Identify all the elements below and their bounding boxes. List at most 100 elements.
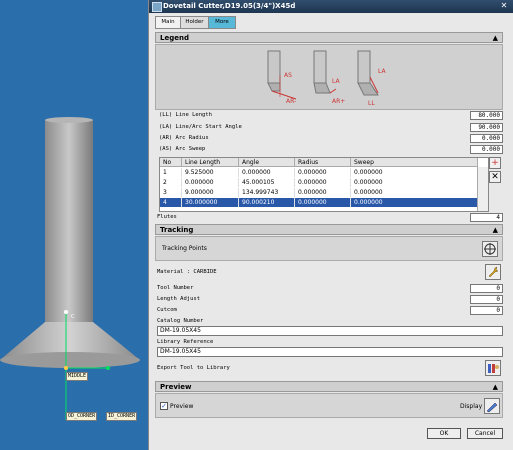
cell-sweep: 0.000000 [351,188,478,197]
tracking-section-header[interactable]: Tracking ▲ [155,224,503,235]
cell-sweep: 0.000000 [351,178,478,187]
legend-header-label: Legend [160,34,189,42]
display-label: Display [460,403,483,410]
collapse-caret-icon[interactable]: ▲ [493,225,498,236]
tracking-panel: Tracking Points [155,236,503,261]
cell-sweep: 0.000000 [351,168,478,177]
tool-number-label: Tool Number [157,285,194,291]
flutes-label: Flutes [157,214,177,220]
library-reference-label: Library Reference [157,339,214,345]
segment-table[interactable]: No Line Length Angle Radius Sweep 1 9.52… [159,157,489,212]
cell-line-length: 30.000000 [182,198,239,207]
delete-segment-icon[interactable]: ✕ [489,171,501,183]
col-header-line-length[interactable]: Line Length [182,158,239,167]
arc-radius-label: (AR) Arc Radius [159,135,209,141]
tracking-points-label: Tracking Points [162,245,207,252]
cell-radius: 0.000000 [295,178,351,187]
legend-ll-label: LL [368,100,375,107]
display-button[interactable] [484,398,500,414]
tool-preview-graphic: C [0,117,140,420]
collapse-caret-icon[interactable]: ▲ [493,382,498,393]
od-corner-label: OD_CORNER [66,412,98,421]
line-length-input[interactable]: 80.000 [470,111,503,120]
export-tool-button[interactable] [485,360,501,376]
ok-button[interactable]: OK [427,428,461,439]
cell-radius: 0.000000 [295,168,351,177]
close-icon[interactable]: ✕ [499,1,509,11]
dialog-titlebar[interactable]: Dovetail Cutter,D19.05(3/4")X45d ✕ [149,0,513,13]
crosshair-icon [484,243,496,255]
middle-point-label: MIDDLE [66,372,89,381]
dovetail-cutter-dialog: Dovetail Cutter,D19.05(3/4")X45d ✕ Main … [148,0,513,450]
catalog-number-input[interactable]: DM-19.05X45 [157,326,503,336]
cutcom-label: Cutcom [157,307,177,313]
start-angle-input[interactable]: 90.000 [470,123,503,132]
preview-section-header[interactable]: Preview ▲ [155,381,503,392]
cell-line-length: 9.000000 [182,188,239,197]
line-length-label: (LL) Line Length [159,112,212,118]
legend-tool-shapes: AS AR- LA AR+ LA LL [267,50,386,107]
col-header-no[interactable]: No [160,158,182,167]
col-header-angle[interactable]: Angle [239,158,295,167]
preview-header-label: Preview [160,383,192,391]
legend-la1-label: LA [332,78,340,85]
arc-radius-input[interactable]: 0.000 [470,134,503,143]
length-adjust-label: Length Adjust [157,296,201,302]
start-angle-label: (LA) Line/Arc Start Angle [159,124,242,130]
legend-ar-minus-label: AR- [286,98,296,105]
table-row[interactable]: 1 9.525000 0.000000 0.000000 0.000000 [160,168,478,177]
table-row[interactable]: 3 9.000000 134.999743 0.000000 0.000000 [160,188,478,197]
cell-no: 3 [160,188,182,197]
cell-angle: 90.000210 [239,198,295,207]
preview-checkbox-label: Preview [170,403,194,410]
legend-ar-plus-label: AR+ [332,98,345,105]
arc-sweep-label: (AS) Arc Sweep [159,146,206,152]
catalog-number-label: Catalog Number [157,318,204,324]
dialog-title: Dovetail Cutter,D19.05(3/4")X45d [163,2,296,10]
material-label: Material : CARBIDE [157,269,217,275]
cell-no: 2 [160,178,182,187]
cell-radius: 0.000000 [295,188,351,197]
cell-angle: 45.000105 [239,178,295,187]
col-header-radius[interactable]: Radius [295,158,351,167]
id-corner-label: ID_CORNER [106,412,138,421]
legend-as-label: AS [284,72,292,79]
table-row[interactable]: 2 0.000000 45.000105 0.000000 0.000000 [160,178,478,187]
length-adjust-input[interactable]: 0 [470,295,503,304]
cell-sweep: 0.000000 [351,198,478,207]
add-segment-icon[interactable]: + [489,157,501,169]
material-button[interactable] [485,264,501,280]
graphics-viewport[interactable]: C MIDDLE OD_CORNER ID_CORNER [0,0,151,450]
table-scrollbar[interactable] [477,167,488,211]
cell-line-length: 0.000000 [182,178,239,187]
export-library-icon [488,364,499,373]
tool-number-input[interactable]: 0 [470,284,503,293]
cell-angle: 134.999743 [239,188,295,197]
arc-sweep-input[interactable]: 0.000 [470,145,503,154]
axis-c-label: C [71,314,75,320]
display-tool-icon [486,402,498,413]
wrench-icon [488,266,499,278]
cancel-button[interactable]: Cancel [467,428,503,439]
cell-radius: 0.000000 [295,198,351,207]
tab-holder[interactable]: Holder [180,16,209,29]
tab-main[interactable]: Main [155,16,181,29]
cutcom-input[interactable]: 0 [470,306,503,315]
cell-no: 1 [160,168,182,177]
legend-section-header[interactable]: Legend ▲ [155,32,503,43]
col-header-sweep[interactable]: Sweep [351,158,478,167]
table-row-selected[interactable]: 4 30.000000 90.000210 0.000000 0.000000 [160,198,478,207]
cell-angle: 0.000000 [239,168,295,177]
legend-diagram: AS AR- LA AR+ LA LL [155,44,503,110]
collapse-caret-icon[interactable]: ▲ [493,33,498,44]
app-icon [152,2,162,12]
preview-checkbox[interactable]: ✓ [160,402,168,410]
tab-more[interactable]: More [208,16,236,29]
preview-panel: ✓ Preview Display [155,393,503,418]
legend-la2-label: LA [378,68,386,75]
library-reference-input[interactable]: DM-19.05X45 [157,347,503,357]
flutes-input[interactable]: 4 [470,213,503,222]
tracking-points-button[interactable] [482,241,498,257]
cell-no: 4 [160,198,182,207]
export-tool-label: Export Tool to Library [157,365,230,371]
